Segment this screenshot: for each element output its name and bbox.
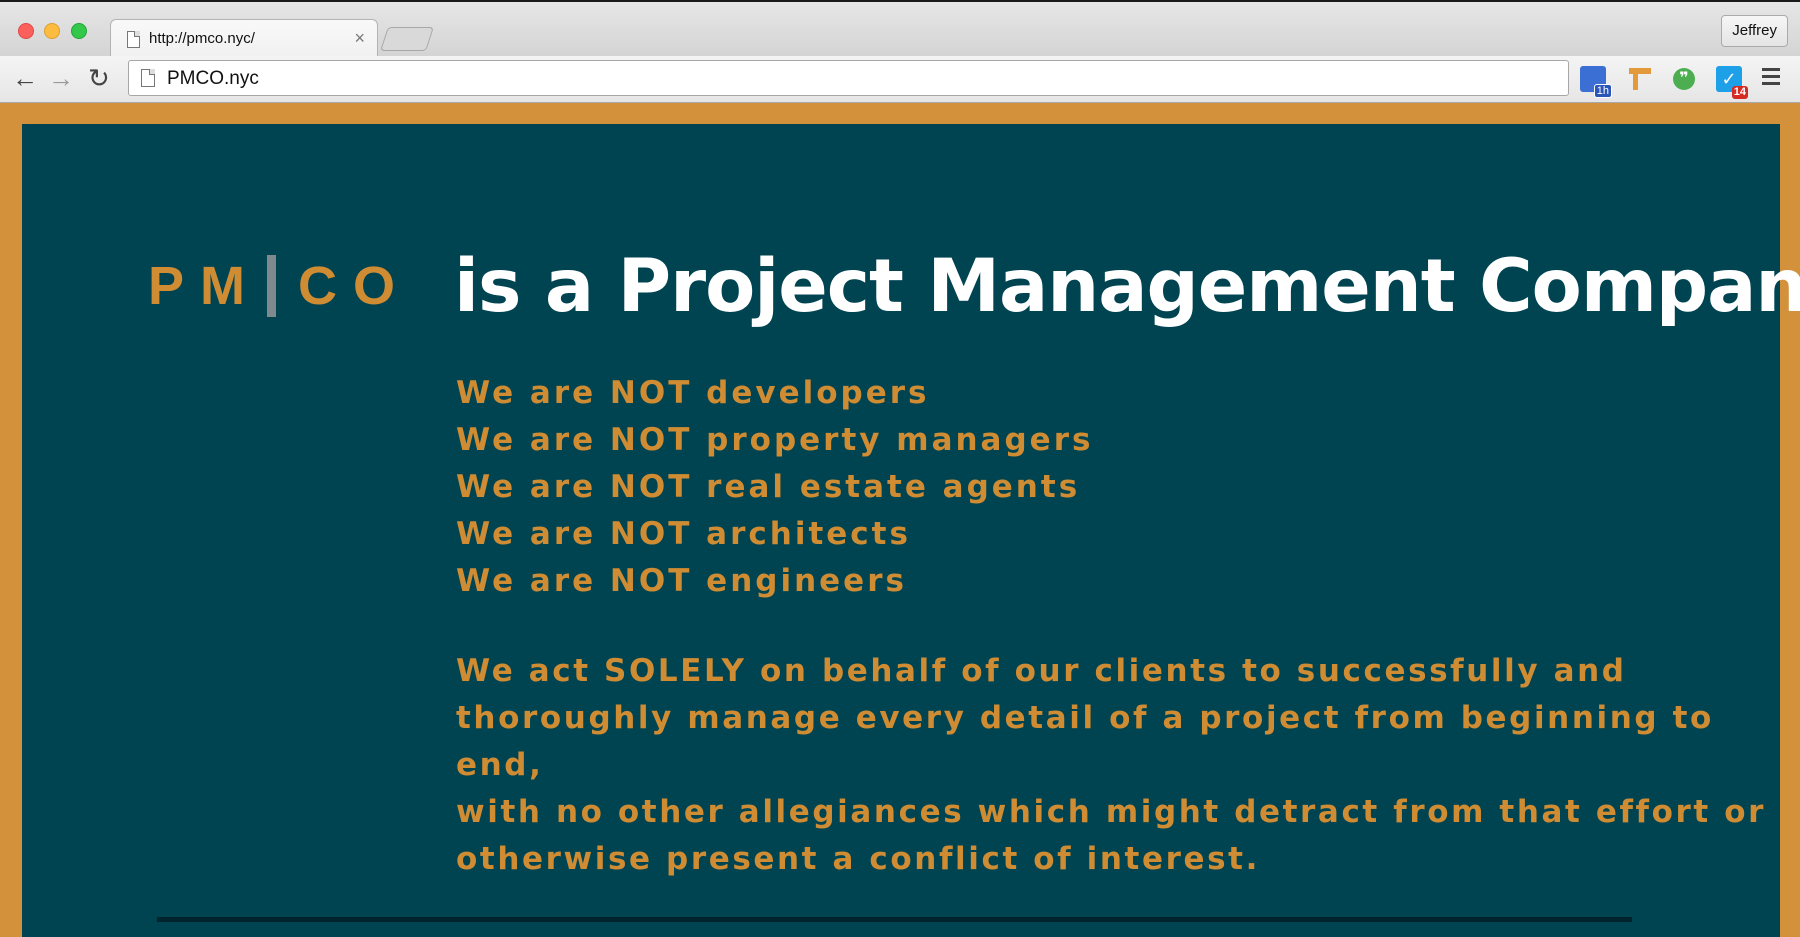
mission-line: thoroughly manage every detail of a proj… bbox=[456, 700, 1714, 783]
content-panel: PM CO is a Project Management Company We… bbox=[22, 124, 1800, 937]
tab-title: http://pmco.nyc/ bbox=[149, 30, 255, 47]
checker-badge: 14 bbox=[1731, 86, 1748, 99]
toolbar: ← → ↻ PMCO.nyc 1h ❞ ✓ 14 bbox=[0, 56, 1800, 102]
signpost-extension-icon[interactable] bbox=[1627, 66, 1653, 92]
forward-arrow-icon[interactable]: → bbox=[48, 64, 74, 92]
mission-line: We act SOLELY on behalf of our clients t… bbox=[456, 653, 1627, 689]
page-icon bbox=[141, 69, 155, 87]
calendar-extension-icon[interactable]: 1h bbox=[1580, 66, 1612, 98]
page-frame: PM CO is a Project Management Company We… bbox=[0, 103, 1800, 937]
section-divider bbox=[157, 917, 1632, 922]
mission-line: otherwise present a conflict of interest… bbox=[456, 841, 1260, 877]
address-text: PMCO.nyc bbox=[167, 68, 259, 89]
not-list: We are NOT developers We are NOT propert… bbox=[456, 370, 1093, 605]
page-icon bbox=[127, 31, 140, 48]
mission-line: with no other allegiances which might de… bbox=[456, 794, 1767, 830]
minimize-window-button[interactable] bbox=[44, 23, 60, 39]
browser-chrome: http://pmco.nyc/ × Jeffrey ← → ↻ PMCO.ny… bbox=[0, 0, 1800, 103]
new-tab-button[interactable] bbox=[380, 27, 434, 51]
close-tab-icon[interactable]: × bbox=[354, 28, 365, 49]
logo-right-text: CO bbox=[298, 256, 411, 316]
mission-statement: We act SOLELY on behalf of our clients t… bbox=[456, 648, 1766, 883]
zoom-window-button[interactable] bbox=[71, 23, 87, 39]
list-item: We are NOT property managers bbox=[456, 422, 1094, 458]
list-item: We are NOT architects bbox=[456, 516, 911, 552]
checker-extension-icon[interactable]: ✓ 14 bbox=[1716, 66, 1748, 99]
list-item: We are NOT real estate agents bbox=[456, 469, 1081, 505]
page-headline: is a Project Management Company bbox=[454, 244, 1800, 329]
list-item: We are NOT developers bbox=[456, 375, 930, 411]
close-window-button[interactable] bbox=[18, 23, 34, 39]
profile-button[interactable]: Jeffrey bbox=[1721, 15, 1788, 47]
logo-left-text: PM bbox=[148, 256, 261, 316]
hangouts-extension-icon[interactable]: ❞ bbox=[1671, 66, 1697, 92]
reload-icon[interactable]: ↻ bbox=[88, 64, 110, 92]
tab-pmco[interactable]: http://pmco.nyc/ × bbox=[110, 19, 378, 59]
list-item: We are NOT engineers bbox=[456, 563, 907, 599]
calendar-badge: 1h bbox=[1593, 84, 1612, 98]
tab-strip: http://pmco.nyc/ × Jeffrey bbox=[0, 0, 1800, 59]
hangouts-glyph: ❞ bbox=[1673, 68, 1695, 90]
pmco-logo: PM CO bbox=[148, 255, 411, 317]
logo-divider bbox=[267, 255, 276, 317]
menu-icon[interactable] bbox=[1762, 68, 1780, 89]
back-arrow-icon[interactable]: ← bbox=[12, 64, 38, 92]
address-bar[interactable]: PMCO.nyc bbox=[128, 60, 1569, 96]
